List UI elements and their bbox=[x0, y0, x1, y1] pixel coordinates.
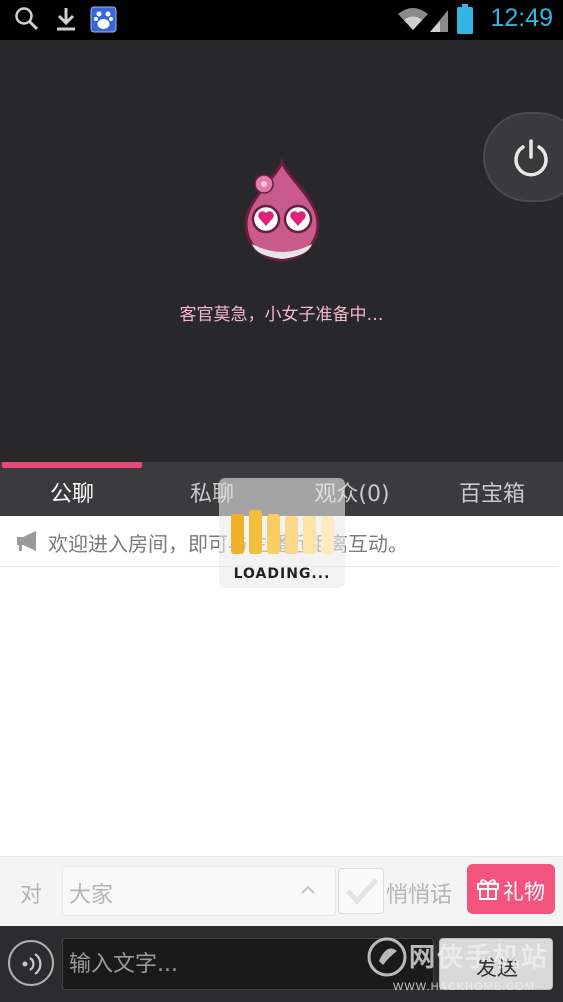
status-time: 12:49 bbox=[490, 4, 553, 32]
loading-bars-icon bbox=[231, 510, 334, 554]
loading-overlay: LOADING... bbox=[219, 478, 345, 588]
search-icon bbox=[15, 7, 39, 31]
power-button[interactable] bbox=[483, 112, 563, 202]
baidu-icon bbox=[90, 6, 117, 33]
voice-icon bbox=[22, 953, 42, 975]
gift-icon bbox=[477, 879, 499, 900]
signal-icon bbox=[430, 10, 448, 32]
tab-public-chat[interactable]: 公聊 bbox=[2, 476, 142, 508]
power-icon bbox=[514, 139, 548, 177]
mascot-droplet-icon bbox=[244, 158, 320, 262]
megaphone-icon bbox=[17, 531, 36, 551]
send-button[interactable]: 发送 bbox=[439, 938, 553, 990]
active-tab-indicator bbox=[2, 462, 142, 468]
voice-button[interactable] bbox=[8, 940, 54, 986]
recipient-row: 对 大家 悄悄话 礼物 bbox=[0, 856, 563, 926]
status-bar: 12:49 bbox=[0, 0, 563, 40]
battery-icon bbox=[457, 4, 473, 34]
waiting-message: 客官莫急，小女子准备中… bbox=[179, 305, 384, 325]
chevron-up-icon bbox=[301, 885, 315, 894]
checkmark-icon bbox=[346, 878, 378, 905]
gift-button[interactable]: 礼物 bbox=[467, 864, 555, 914]
whisper-label: 悄悄话 bbox=[386, 883, 453, 908]
whisper-checkbox[interactable] bbox=[338, 868, 384, 914]
tab-treasure-box[interactable]: 百宝箱 bbox=[422, 476, 562, 508]
send-label: 发送 bbox=[476, 956, 518, 980]
recipient-value: 大家 bbox=[69, 883, 114, 908]
download-icon bbox=[57, 8, 75, 31]
recipient-select[interactable]: 大家 bbox=[62, 866, 336, 916]
video-area[interactable]: 客官莫急，小女子准备中… bbox=[0, 40, 563, 462]
gift-label: 礼物 bbox=[503, 880, 545, 904]
wifi-icon bbox=[398, 8, 428, 30]
input-bar: 发送 bbox=[0, 926, 563, 1002]
loading-label: LOADING... bbox=[233, 566, 331, 582]
to-label: 对 bbox=[20, 883, 43, 908]
message-input[interactable] bbox=[62, 938, 434, 990]
